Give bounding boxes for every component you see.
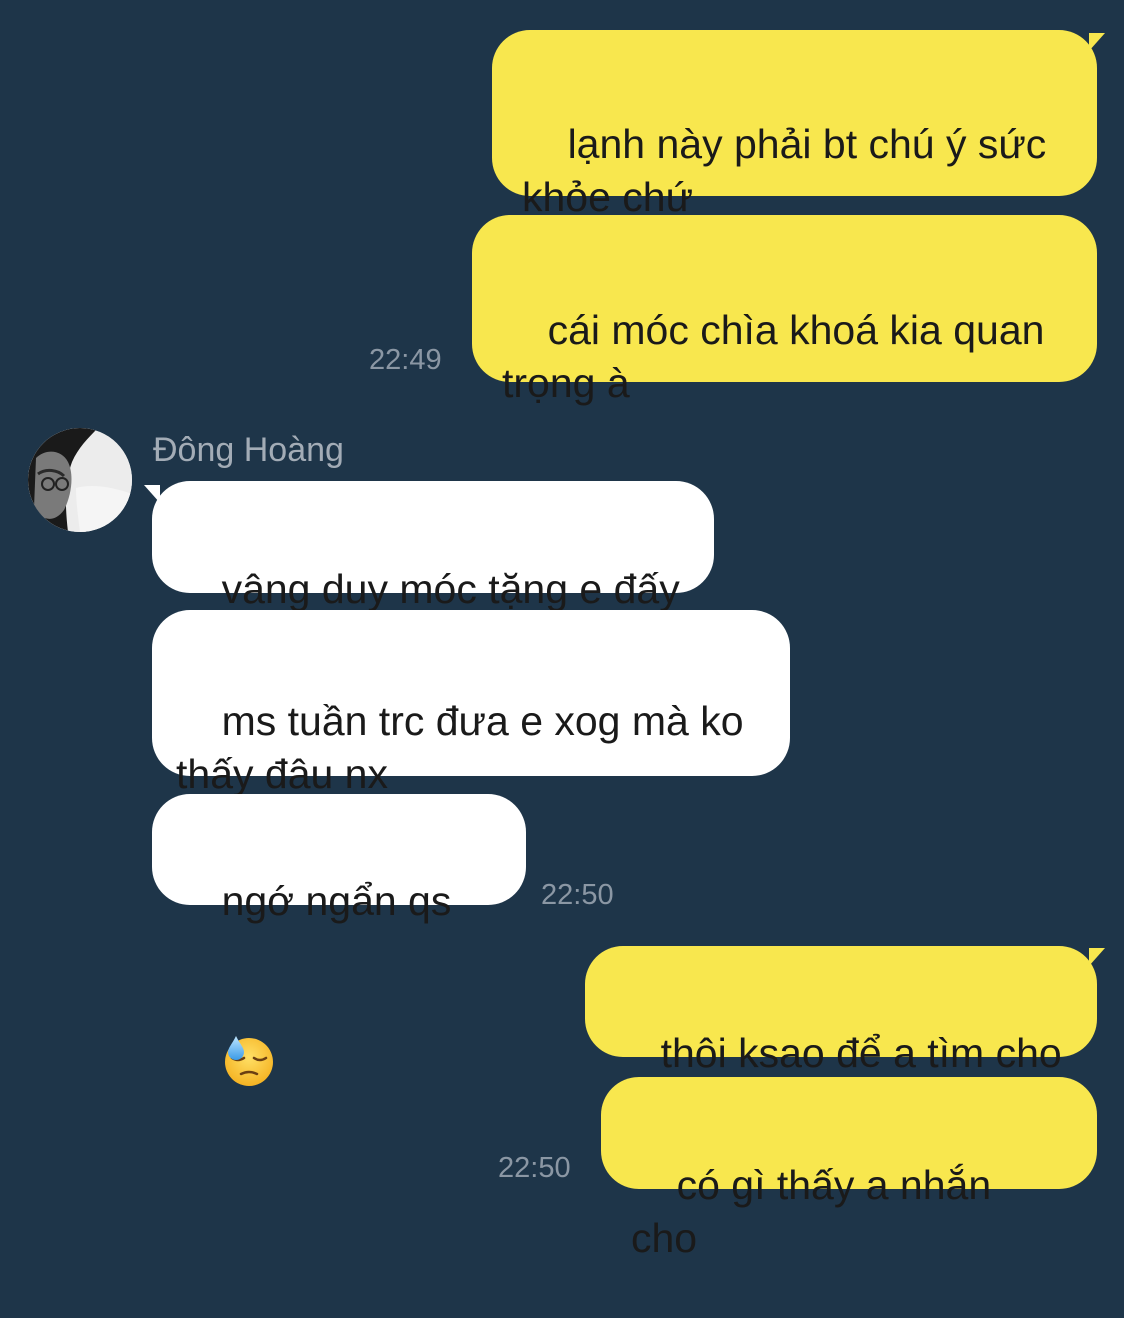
message-text: ms tuần trc đưa e xog mà ko thấy đâu nx	[176, 698, 755, 797]
incoming-message-bubble[interactable]: ms tuần trc đưa e xog mà ko thấy đâu nx	[152, 610, 790, 797]
message-text: vâng duy móc tặng e đấy	[221, 566, 680, 612]
outgoing-message-bubble[interactable]: cái móc chìa khoá kia quan trọng à	[472, 215, 1097, 406]
incoming-message-bubble[interactable]: ngớ ngẩn qs	[152, 794, 526, 1086]
contact-avatar[interactable]	[28, 428, 132, 532]
message-text: ngớ ngẩn qs	[221, 878, 452, 924]
downcast-face-with-sweat-emoji	[222, 928, 276, 1086]
outgoing-message-bubble[interactable]: có gì thấy a nhắn cho	[601, 1077, 1097, 1261]
avatar-photo	[28, 428, 132, 532]
message-timestamp: 22:49	[369, 344, 442, 376]
message-text: lạnh này phải bt chú ý sức khỏe chứ	[522, 121, 1058, 220]
chat-thread[interactable]: lạnh này phải bt chú ý sức khỏe chứ cái …	[0, 0, 1124, 1261]
message-timestamp: 22:50	[541, 879, 614, 911]
incoming-message-bubble[interactable]: vâng duy móc tặng e đấy	[152, 481, 714, 612]
message-timestamp: 22:50	[498, 1152, 571, 1184]
outgoing-message-bubble[interactable]: lạnh này phải bt chú ý sức khỏe chứ	[492, 30, 1097, 220]
outgoing-message-bubble[interactable]: thôi ksao để a tìm cho	[585, 946, 1097, 1076]
message-text: cái móc chìa khoá kia quan trọng à	[502, 307, 1056, 406]
message-text: có gì thấy a nhắn cho	[631, 1162, 1003, 1261]
message-text: thôi ksao để a tìm cho	[660, 1030, 1062, 1076]
sender-name: Đông Hoàng	[153, 431, 344, 469]
